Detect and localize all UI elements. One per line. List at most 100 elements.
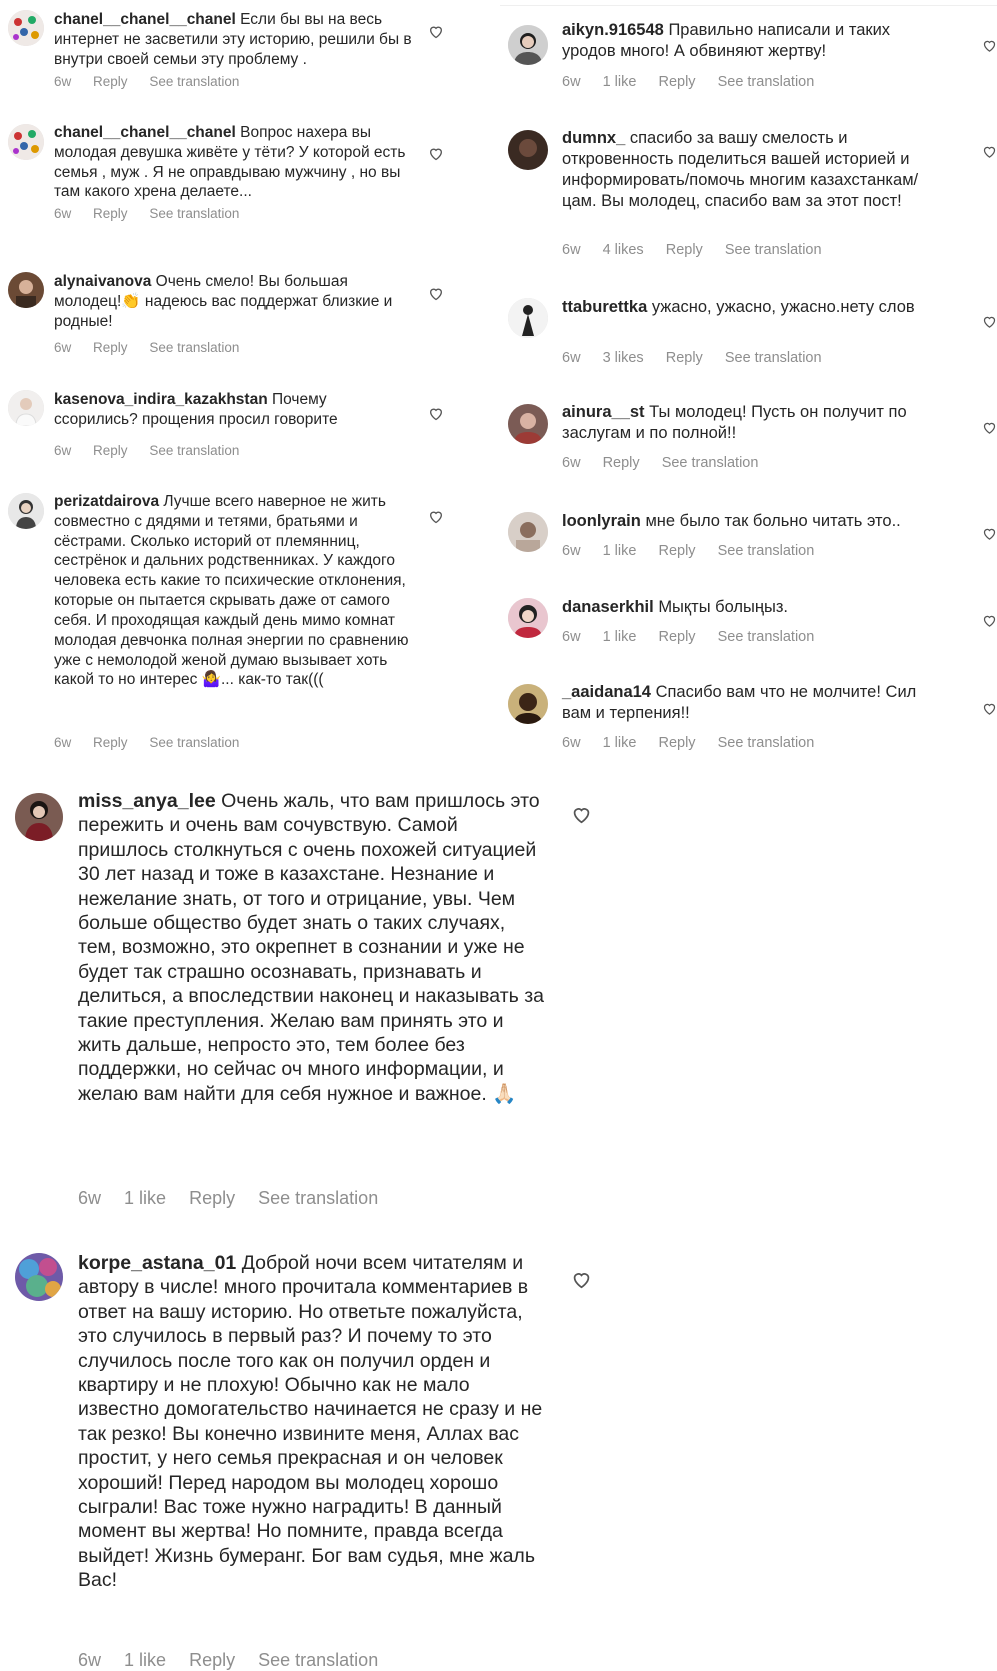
heart-outline-icon[interactable] [982,526,997,541]
see-translation-button[interactable]: See translation [258,1650,378,1670]
comment-username[interactable]: chanel__chanel__chanel [54,124,236,141]
comment-username[interactable]: loonlyrain [562,512,641,530]
avatar[interactable] [508,130,548,170]
comment-text: мне было так больно читать это.. [645,512,901,530]
comment-username[interactable]: dumnx_ [562,129,625,147]
reply-button[interactable]: Reply [603,455,640,471]
see-translation-button[interactable]: See translation [718,735,815,751]
heart-outline-icon[interactable] [428,286,444,301]
comment-time: 6w [54,206,72,221]
comment-time: 6w [562,543,581,559]
comment-time: 6w [78,1650,102,1670]
comment-text: ужасно, ужасно, ужасно.нету слов [651,298,915,316]
avatar[interactable] [508,404,548,444]
see-translation-button[interactable]: See translation [149,206,239,221]
avatar[interactable] [508,512,548,552]
avatar[interactable] [8,493,44,529]
comment-username[interactable]: perizatdairova [54,493,159,510]
reply-button[interactable]: Reply [93,74,128,89]
avatar[interactable] [508,684,548,724]
comment-username[interactable]: korpe_astana_01 [78,1252,236,1274]
like-count[interactable]: 1 like [603,735,637,751]
reply-button[interactable]: Reply [189,1188,235,1208]
comment-time: 6w [54,340,72,355]
heart-outline-icon[interactable] [428,509,444,524]
comment-time: 6w [54,74,72,89]
like-count[interactable]: 3 likes [603,350,644,366]
comment-time: 6w [562,350,581,366]
comment-time: 6w [562,74,581,90]
comment-username[interactable]: ainura__st [562,403,645,421]
like-count[interactable]: 1 like [124,1188,166,1208]
reply-button[interactable]: Reply [658,74,695,90]
like-count[interactable]: 1 like [124,1650,166,1670]
heart-outline-icon[interactable] [428,406,444,421]
avatar[interactable] [8,10,44,46]
avatar[interactable] [15,1253,63,1301]
heart-outline-icon[interactable] [982,613,997,628]
see-translation-button[interactable]: See translation [149,735,239,750]
avatar[interactable] [508,298,548,338]
comment-username[interactable]: alynaivanova [54,273,151,290]
avatar[interactable] [8,390,44,426]
see-translation-button[interactable]: See translation [258,1188,378,1208]
see-translation-button[interactable]: See translation [149,74,239,89]
like-count[interactable]: 1 like [603,629,637,645]
comment-username[interactable]: danaserkhil [562,598,654,616]
heart-outline-icon[interactable] [571,1270,592,1289]
heart-outline-icon[interactable] [428,146,444,161]
reply-button[interactable]: Reply [666,242,703,258]
avatar[interactable] [508,598,548,638]
see-translation-button[interactable]: See translation [725,242,822,258]
comment-item: ainura__st Ты молодец! Пусть он получит … [500,398,997,478]
heart-outline-icon[interactable] [428,24,444,39]
comment-username[interactable]: _aaidana14 [562,683,651,701]
see-translation-button[interactable]: See translation [149,443,239,458]
heart-outline-icon[interactable] [982,314,997,329]
reply-button[interactable]: Reply [93,735,128,750]
see-translation-button[interactable]: See translation [718,74,815,90]
heart-outline-icon[interactable] [982,420,997,435]
comment-item: perizatdairova Лучше всего наверное не ж… [0,488,470,758]
comment-time: 6w [562,735,581,751]
avatar[interactable] [8,272,44,308]
reply-button[interactable]: Reply [658,735,695,751]
reply-button[interactable]: Reply [93,206,128,221]
reply-button[interactable]: Reply [93,443,128,458]
comment-username[interactable]: miss_anya_lee [78,790,216,812]
avatar[interactable] [8,124,44,160]
see-translation-button[interactable]: See translation [718,543,815,559]
avatar[interactable] [15,793,63,841]
avatar[interactable] [508,25,548,65]
like-count[interactable]: 1 like [603,74,637,90]
comment-time: 6w [54,735,72,750]
comment-item: danaserkhil Мықты болыңыз. 6w 1 like Rep… [500,595,997,665]
see-translation-button[interactable]: See translation [718,629,815,645]
heart-outline-icon[interactable] [571,805,592,824]
reply-button[interactable]: Reply [658,543,695,559]
reply-button[interactable]: Reply [189,1650,235,1670]
comment-time: 6w [562,242,581,258]
comment-time: 6w [78,1188,102,1208]
heart-outline-icon[interactable] [982,144,997,159]
heart-outline-icon[interactable] [982,701,997,716]
comment-text: Лучше всего наверное не жить совместно с… [54,493,409,689]
reply-button[interactable]: Reply [93,340,128,355]
comment-username[interactable]: kasenova_indira_kazakhstan [54,391,268,408]
like-count[interactable]: 1 like [603,543,637,559]
like-count[interactable]: 4 likes [603,242,644,258]
comment-username[interactable]: chanel__chanel__chanel [54,11,236,28]
comment-item: alynaivanova Очень смело! Вы большая мол… [0,262,470,362]
comment-item: chanel__chanel__chanel Вопрос нахера вы … [0,120,470,230]
reply-button[interactable]: Reply [666,350,703,366]
heart-outline-icon[interactable] [982,38,997,53]
see-translation-button[interactable]: See translation [725,350,822,366]
comment-item: chanel__chanel__chanel Если бы вы на вес… [0,0,470,110]
comment-username[interactable]: ttaburettka [562,298,647,316]
comment-item: ttaburettka ужасно, ужасно, ужасно.нету … [500,290,997,380]
reply-button[interactable]: Reply [658,629,695,645]
comment-username[interactable]: aikyn.916548 [562,21,664,39]
see-translation-button[interactable]: See translation [149,340,239,355]
see-translation-button[interactable]: See translation [662,455,759,471]
comment-text: Мықты болыңыз. [658,598,789,616]
